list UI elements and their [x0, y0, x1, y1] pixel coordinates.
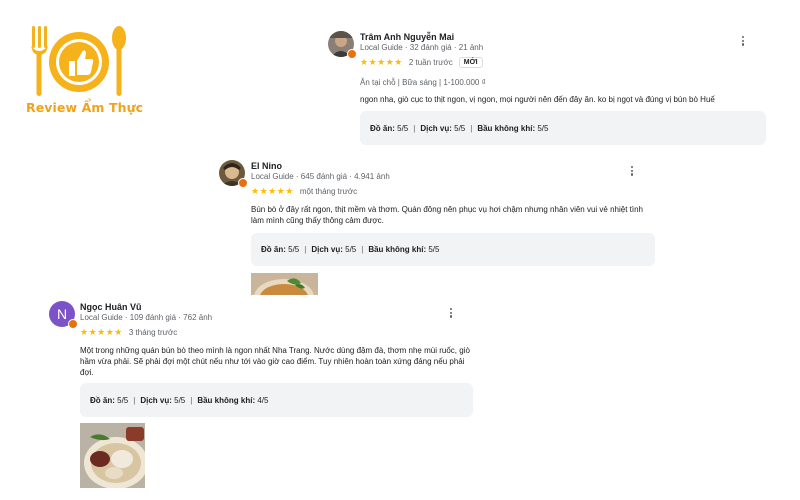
food-score-label: Đồ ăn: [90, 395, 115, 405]
review-scores: Đồ ăn: 5/5 | Dịch vụ: 5/5 | Bầu không kh… [80, 383, 473, 417]
local-guide-badge-icon [68, 319, 78, 329]
more-options-icon[interactable] [740, 36, 746, 46]
food-score: 5/5 [117, 395, 129, 405]
rating-row: ★★★★★ một tháng trước [251, 186, 357, 197]
avatar[interactable]: N [49, 301, 78, 329]
review-author-meta: Local Guide · 109 đánh giá · 762 ảnh [80, 313, 213, 322]
review-time: một tháng trước [299, 187, 358, 196]
review-author[interactable]: Ngọc Huân Vũ [80, 302, 142, 312]
rating-row: ★★★★★ 3 tháng trước [80, 327, 177, 338]
food-score: 5/5 [397, 123, 409, 133]
service-score: 5/5 [174, 395, 186, 405]
service-score: 5/5 [345, 245, 357, 254]
fork-spoon-thumb-icon [31, 26, 126, 96]
review-photo[interactable] [251, 273, 318, 295]
star-rating: ★★★★★ [251, 186, 294, 196]
star-rating: ★★★★★ [360, 57, 403, 67]
review-author-meta: Local Guide · 32 đánh giá · 21 ảnh [360, 43, 484, 52]
review-tags: Ăn tại chỗ | Bữa sáng | 1-100.000 ₫ [360, 78, 486, 87]
star-rating: ★★★★★ [80, 327, 123, 337]
review-card: El Nino Local Guide · 645 đánh giá · 4.9… [219, 160, 659, 300]
review-text: ngon nha, giò cục to thịt ngon, vị ngon,… [360, 95, 715, 104]
atmosphere-score-label: Bầu không khí: [368, 245, 427, 254]
service-score-label: Dịch vụ: [311, 245, 343, 254]
more-options-icon[interactable] [629, 166, 635, 176]
review-card: Trâm Anh Nguyễn Mai Local Guide · 32 đán… [328, 31, 768, 149]
review-scores: Đồ ăn: 5/5 | Dịch vụ: 5/5 | Bầu không kh… [251, 233, 655, 266]
avatar[interactable] [328, 31, 357, 59]
review-card: N Ngọc Huân Vũ Local Guide · 109 đánh gi… [49, 301, 489, 496]
food-score-label: Đồ ăn: [370, 123, 395, 133]
local-guide-badge-icon [238, 178, 248, 188]
review-time: 2 tuần trước [408, 58, 453, 67]
rating-row: ★★★★★ 2 tuần trước MỚI [360, 57, 483, 68]
food-photo-icon [251, 273, 318, 295]
review-author[interactable]: El Nino [251, 161, 282, 171]
review-time: 3 tháng trước [128, 328, 178, 337]
atmosphere-score-label: Bầu không khí: [477, 123, 536, 133]
food-score-label: Đồ ăn: [261, 245, 286, 254]
more-options-icon[interactable] [448, 308, 454, 318]
avatar[interactable] [219, 160, 248, 188]
review-scores: Đồ ăn: 5/5 | Dịch vụ: 5/5 | Bầu không kh… [360, 111, 766, 145]
local-guide-badge-icon [347, 49, 357, 59]
new-badge: MỚI [458, 57, 483, 68]
review-text: Bún bò ở đây rất ngon, thịt mềm và thơm.… [251, 205, 643, 225]
service-score-label: Dịch vụ: [420, 123, 452, 133]
service-score: 5/5 [454, 123, 466, 133]
food-score: 5/5 [288, 245, 300, 254]
atmosphere-score: 4/5 [257, 395, 269, 405]
review-author[interactable]: Trâm Anh Nguyễn Mai [360, 32, 454, 42]
review-photo[interactable] [80, 423, 145, 488]
atmosphere-score-label: Bầu không khí: [197, 395, 256, 405]
atmosphere-score: 5/5 [537, 123, 549, 133]
service-score-label: Dịch vụ: [140, 395, 172, 405]
review-text: Một trong những quán bún bò theo mình là… [80, 346, 470, 377]
brand-name: Review Ẩm Thực [26, 100, 144, 115]
atmosphere-score: 5/5 [428, 245, 440, 254]
food-photo-icon [80, 423, 145, 488]
review-author-meta: Local Guide · 645 đánh giá · 4.941 ảnh [251, 172, 390, 181]
